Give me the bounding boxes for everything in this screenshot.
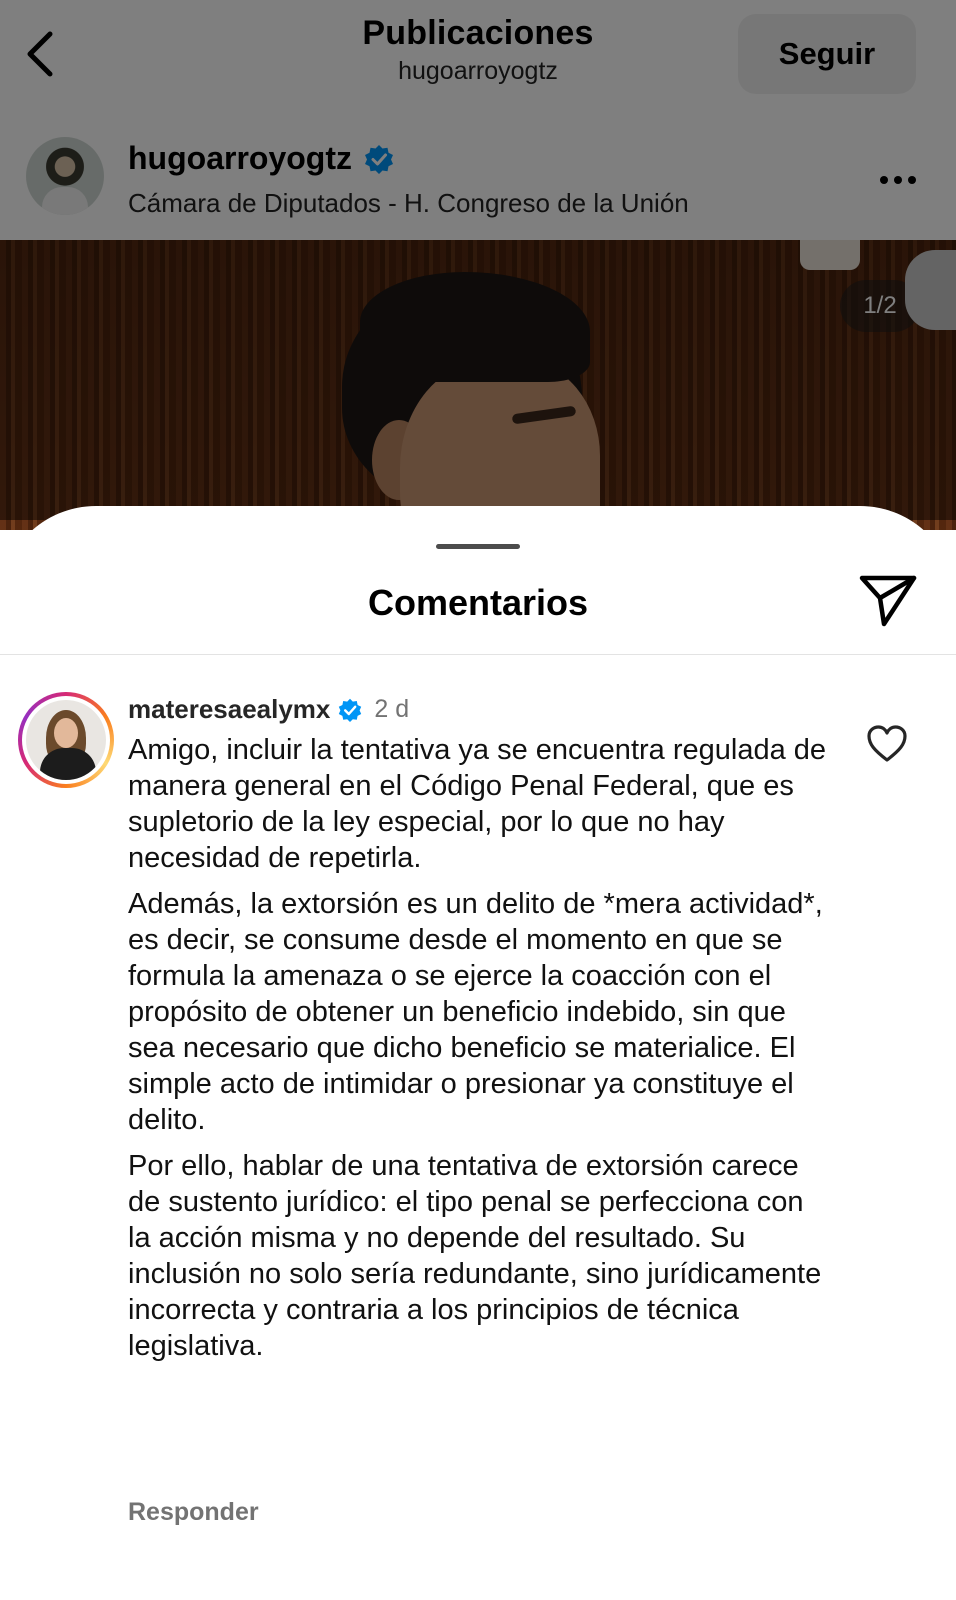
- comment-paragraph: Además, la extorsión es un delito de *me…: [128, 888, 823, 1136]
- comment-time: 2 d: [374, 695, 410, 723]
- commenter-username[interactable]: materesaealymx: [128, 694, 330, 725]
- sheet-drag-handle[interactable]: [436, 544, 520, 549]
- sheet-title: Comentarios: [367, 582, 589, 623]
- like-comment-button[interactable]: [866, 724, 908, 764]
- modal-backdrop[interactable]: [0, 0, 956, 520]
- reply-button[interactable]: Responder: [128, 1498, 259, 1527]
- comment-text: Amigo, incluir la tentativa ya se encuen…: [128, 732, 828, 1374]
- comment-paragraph: Por ello, hablar de una tentativa de ext…: [128, 1150, 822, 1362]
- share-send-icon: [859, 575, 917, 627]
- divider: [0, 654, 956, 655]
- verified-badge-icon: [339, 698, 362, 722]
- comments-sheet: Comentarios materesaealymx 2 d Amigo, in…: [0, 506, 956, 1600]
- comment-header: materesaealymx 2 d: [128, 694, 409, 725]
- share-button[interactable]: [858, 572, 918, 628]
- commenter-avatar[interactable]: [18, 692, 114, 788]
- heart-icon: [867, 725, 907, 762]
- comment-paragraph: Amigo, incluir la tentativa ya se encuen…: [128, 734, 827, 874]
